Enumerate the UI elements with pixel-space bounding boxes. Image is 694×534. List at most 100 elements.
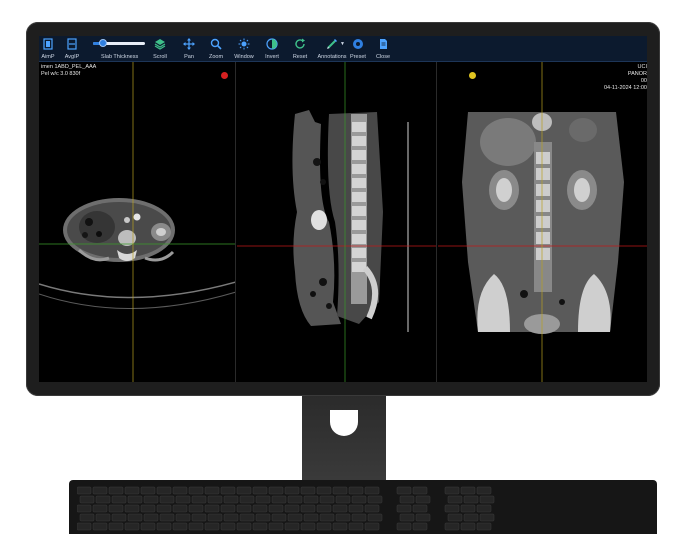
aimp-icon [43,38,53,50]
keyboard-key [319,513,335,522]
keyboard-key [92,522,108,531]
pan-label: Pan [184,54,194,60]
keyboard-key [140,522,156,531]
axial-viewport[interactable]: imen 1ABD_PEL_AAA Pel w/c 3.0 830f [39,62,236,382]
keyboard-key [124,486,140,495]
keyboard-key [460,504,476,513]
window-label: Window [234,54,254,60]
keyboard-key [252,504,268,513]
keyboard-key [111,495,127,504]
keyboard-key [124,504,140,513]
keyboard-key [412,504,428,513]
reset-label: Reset [292,54,308,60]
keyboard-key [239,513,255,522]
keyboard-key [447,513,463,522]
keyboard-key [143,495,159,504]
keyboard-key [220,486,236,495]
keyboard-key [364,486,380,495]
keyboard-key [79,495,95,504]
patient-info: UCI PANOR 00 04-11-2024 12:00 [604,64,647,92]
keyboard-key [175,513,191,522]
keyboard-key [479,513,495,522]
keyboard-key [127,513,143,522]
keyboard-key [335,495,351,504]
keyboard-key [332,486,348,495]
keyboard-key [255,513,271,522]
keyboard-key [220,504,236,513]
keyboard-key [207,513,223,522]
keyboard-key [77,522,92,531]
keyboard-key [303,495,319,504]
keyboard-keys [77,486,495,531]
keyboard-key [351,513,367,522]
keyboard-key [236,522,252,531]
keyboard-key [268,486,284,495]
keyboard-key [239,495,255,504]
keyboard-key [252,486,268,495]
keyboard-key [204,504,220,513]
keyboard-key [223,513,239,522]
keyboard-key [204,522,220,531]
keyboard-key [367,513,383,522]
keyboard-key [159,513,175,522]
refresh-icon [295,38,305,49]
keyboard-key [172,522,188,531]
study-number: 00 [640,78,647,84]
viewer-screen: AimP AvgIP Slab Thickness Scroll Pan Zoo… [39,36,647,382]
keyboard-key [191,495,207,504]
keyboard-key [111,513,127,522]
keyboard-key [463,495,479,504]
keyboard-key [108,486,124,495]
viewer-toolbar: AimP AvgIP Slab Thickness Scroll Pan Zoo… [39,36,647,62]
keyboard-key [348,504,364,513]
keyboard-key [444,504,460,513]
keyboard-key [220,522,236,531]
keyboard-key [188,522,204,531]
sagittal-viewport[interactable] [237,62,437,382]
avgip-label: AvgIP [64,54,80,60]
avgip-button[interactable]: AvgIP [55,38,89,60]
axial-orientation-marker [221,72,228,79]
keyboard-key [287,513,303,522]
axial-ct-image [39,62,235,382]
keyboard-key [367,495,383,504]
keyboard-key [399,513,415,522]
coronal-ct-image [438,62,647,382]
half-circle-icon [266,38,278,50]
keyboard-key [300,522,316,531]
keyboard-key [172,504,188,513]
keyboard-key [284,504,300,513]
slab-label: Slab Thickness [101,54,139,60]
keyboard-key [351,495,367,504]
keyboard-key [140,504,156,513]
keyboard-key [463,513,479,522]
keyboard-key [460,522,476,531]
slab-handle[interactable] [99,39,108,47]
keyboard-key [303,513,319,522]
keyboard-key [271,495,287,504]
keyboard-key [396,522,412,531]
keyboard-key [268,522,284,531]
keyboard-key [188,486,204,495]
zoom-label: Zoom [208,54,224,60]
keyboard-key [415,495,431,504]
keyboard-key [156,504,172,513]
keyboard-key [396,486,412,495]
keyboard-key [447,495,463,504]
close-button[interactable]: Close [366,38,400,60]
monitor: AimP AvgIP Slab Thickness Scroll Pan Zoo… [26,22,660,396]
keyboard-key [396,504,412,513]
keyboard-key [95,513,111,522]
scene: AimP AvgIP Slab Thickness Scroll Pan Zoo… [0,0,694,534]
keyboard-key [316,486,332,495]
keyboard-key [364,522,380,531]
keyboard-key [140,486,156,495]
keyboard-key [284,522,300,531]
keyboard-key [204,486,220,495]
keyboard-key [108,504,124,513]
keyboard-key [476,504,492,513]
keyboard-key [319,495,335,504]
keyboard-key [316,522,332,531]
keyboard-key [127,495,143,504]
coronal-viewport[interactable]: UCI PANOR 00 04-11-2024 12:00 [438,62,647,382]
